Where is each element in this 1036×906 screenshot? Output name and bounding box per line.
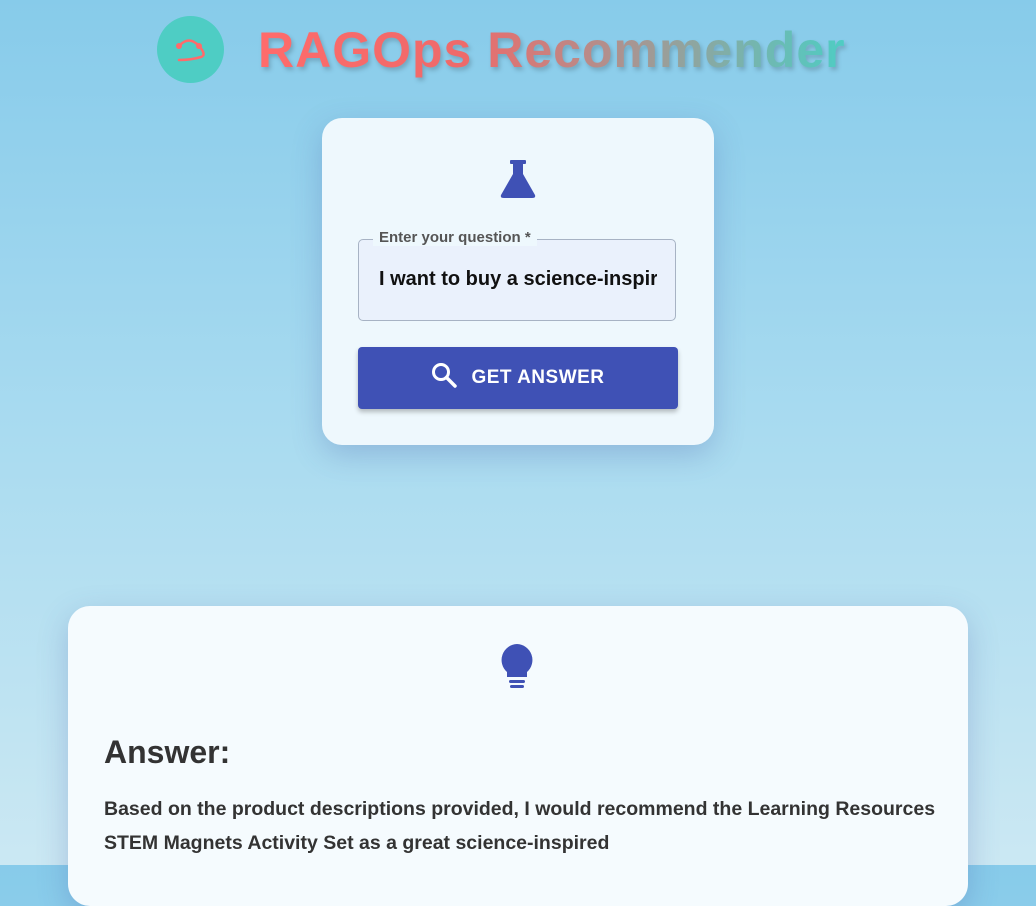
- question-card: Enter your question * GET ANSWER: [322, 118, 714, 445]
- answer-text: Based on the product descriptions provid…: [104, 798, 936, 854]
- app-header: RAGOps Recommender: [157, 16, 846, 83]
- search-icon: [431, 362, 458, 394]
- answer-card: Answer: Based on the product description…: [68, 606, 968, 906]
- app-title: RAGOps Recommender: [258, 21, 846, 78]
- get-answer-button[interactable]: GET ANSWER: [358, 347, 678, 409]
- question-field[interactable]: Enter your question *: [358, 229, 676, 321]
- smile-logo-icon: [157, 16, 224, 83]
- question-field-label: Enter your question *: [373, 229, 537, 246]
- answer-title: Answer:: [104, 734, 231, 770]
- get-answer-label: GET ANSWER: [471, 367, 605, 388]
- question-input[interactable]: [379, 268, 657, 291]
- lightbulb-icon: [500, 644, 534, 695]
- flask-icon: [500, 160, 536, 203]
